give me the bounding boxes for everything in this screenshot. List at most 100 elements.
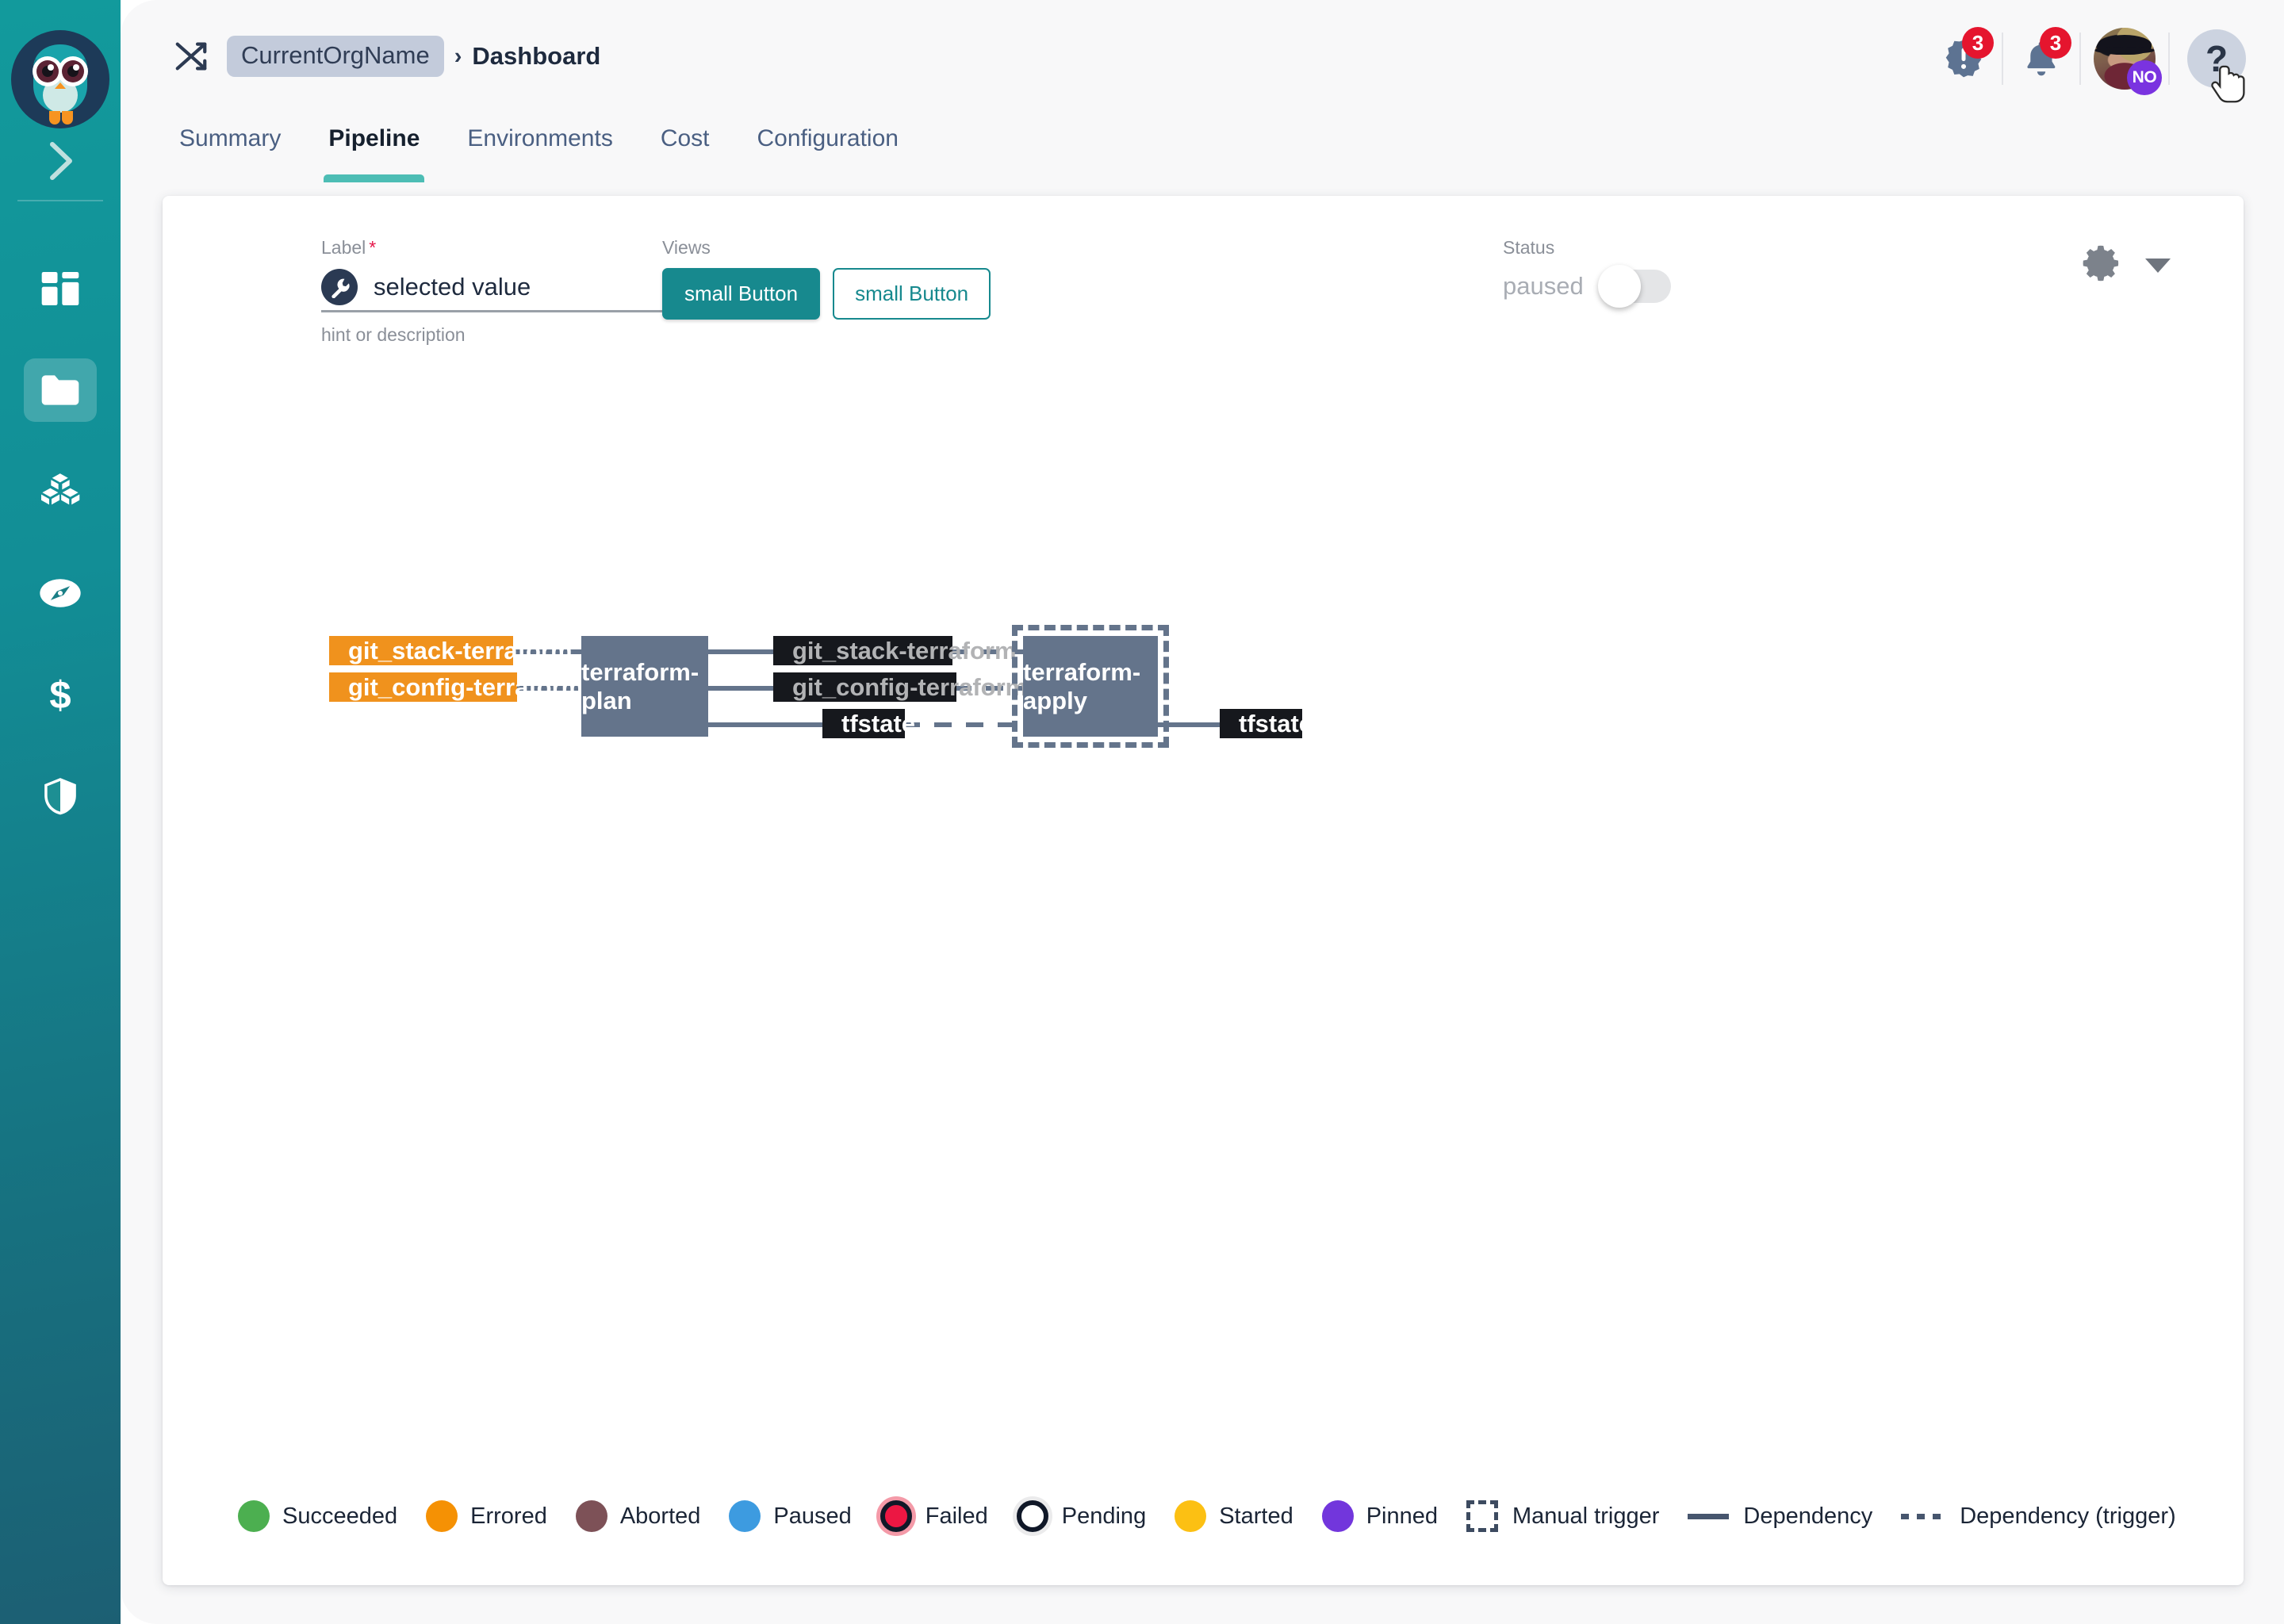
topbar-actions: 3 3 NO ? — [1926, 0, 2246, 117]
sidebar-item-dashboard[interactable] — [0, 238, 121, 339]
status-dot-paused — [729, 1500, 761, 1532]
pipeline-legend: Succeeded Errored Aborted Paused Failed … — [238, 1496, 2205, 1536]
chevron-down-icon — [2145, 259, 2171, 273]
divider — [2168, 33, 2170, 85]
view-button-secondary[interactable]: small Button — [833, 268, 991, 320]
folder-icon — [41, 375, 79, 405]
node-git-config-terraform-source[interactable]: git_config-terraform — [329, 672, 583, 702]
pipeline-graph: git_stack-terraform git_config-terraform… — [163, 196, 2244, 1585]
status-dot-pending — [1012, 1496, 1052, 1536]
status-dot-succeeded — [238, 1500, 270, 1532]
node-git-stack-terraform-source[interactable]: git_stack-terraform — [329, 636, 573, 665]
status-dot-pinned — [1321, 1500, 1354, 1532]
shield-icon — [44, 778, 76, 815]
alerts-count-badge: 3 — [1962, 27, 1994, 59]
breadcrumb: CurrentOrgName › Dashboard — [227, 36, 600, 77]
legend-item-dependency-trigger: Dependency (trigger) — [1901, 1503, 2176, 1530]
topbar: CurrentOrgName › Dashboard 3 3 NO ? — [121, 0, 2284, 117]
legend-item-succeeded: Succeeded — [238, 1500, 397, 1532]
node-tfstate-output[interactable]: tfstate — [822, 709, 915, 738]
select-hint: hint or description — [321, 324, 466, 345]
tab-cost[interactable]: Cost — [661, 117, 710, 152]
compass-icon — [40, 579, 81, 607]
status-ring-pending — [1016, 1500, 1048, 1532]
owl-logo[interactable] — [10, 29, 111, 130]
views-group: Views small Button small Button — [662, 237, 991, 320]
node-label: git_config-terraform — [792, 673, 1028, 701]
avatar-button[interactable]: NO — [2081, 21, 2168, 97]
legend-item-errored: Errored — [426, 1500, 547, 1532]
legend-item-pending: Pending — [1012, 1496, 1146, 1536]
tab-bar: Summary Pipeline Environments Cost Confi… — [121, 117, 2284, 197]
required-marker: * — [369, 237, 377, 258]
status-group: Status paused — [1503, 237, 1671, 308]
manual-trigger-icon — [1466, 1500, 1499, 1532]
node-label: terraform-plan — [581, 657, 699, 714]
sidebar: $ — [0, 0, 121, 1624]
edge-dependency — [1155, 722, 1223, 727]
cubes-icon — [40, 473, 80, 505]
node-label: git_stack-terraform — [792, 637, 1017, 665]
legend-item-aborted: Aborted — [575, 1500, 700, 1532]
dependency-line-icon — [1688, 1513, 1730, 1519]
shuffle-icon[interactable] — [173, 38, 209, 75]
node-git-stack-terraform-output[interactable]: git_stack-terraform — [773, 636, 1017, 665]
dependency-trigger-line-icon — [1901, 1513, 1946, 1519]
status-ring-failed — [879, 1500, 912, 1532]
node-git-config-terraform-output[interactable]: git_config-terraform — [773, 672, 1027, 702]
legend-item-pinned: Pinned — [1321, 1500, 1438, 1532]
select-value: selected value — [374, 272, 531, 301]
legend-item-manual-trigger: Manual trigger — [1466, 1500, 1659, 1532]
main-panel: CurrentOrgName › Dashboard 3 3 NO ? Summ… — [121, 0, 2284, 1624]
node-terraform-plan[interactable]: terraform-plan — [581, 636, 708, 737]
sidebar-item-projects[interactable] — [0, 339, 121, 441]
sidebar-item-cost[interactable]: $ — [0, 644, 121, 745]
status-dot-failed — [876, 1496, 916, 1536]
edge-dependency — [705, 722, 826, 727]
breadcrumb-org[interactable]: CurrentOrgName — [227, 36, 444, 77]
legend-item-started: Started — [1175, 1500, 1293, 1532]
status-toggle[interactable] — [1597, 265, 1671, 308]
wrench-icon — [321, 268, 358, 305]
view-button-primary[interactable]: small Button — [662, 268, 821, 320]
chevron-right-icon — [50, 142, 72, 180]
sidebar-divider — [17, 200, 103, 201]
legend-item-failed: Failed — [876, 1496, 988, 1536]
dashboard-grid-icon — [41, 272, 79, 305]
node-label: terraform-apply — [1023, 657, 1141, 714]
node-label: git_stack-terraform — [348, 637, 573, 665]
tab-environments[interactable]: Environments — [467, 117, 612, 152]
sidebar-item-security[interactable] — [0, 745, 121, 847]
status-dot-started — [1175, 1500, 1207, 1532]
tab-summary[interactable]: Summary — [179, 117, 281, 152]
sidebar-nav: $ — [0, 238, 121, 847]
edge-dependency — [705, 649, 776, 654]
app-root: $ CurrentOrgName › Dashboard 3 3 NO ? Su… — [0, 0, 2284, 1624]
node-label: tfstate — [841, 710, 916, 737]
node-terraform-apply[interactable]: terraform-apply — [1012, 625, 1169, 748]
tab-pipeline[interactable]: Pipeline — [324, 117, 425, 182]
sidebar-item-explore[interactable] — [0, 542, 121, 644]
status-label: Status — [1503, 237, 1555, 258]
status-dot-errored — [426, 1500, 458, 1532]
legend-item-dependency: Dependency — [1688, 1503, 1872, 1530]
node-label: git_config-terraform — [348, 673, 584, 701]
avatar-status-badge: NO — [2127, 60, 2162, 95]
sidebar-item-stacks[interactable] — [0, 441, 121, 542]
gear-icon — [2083, 245, 2119, 282]
node-label: tfstate — [1239, 710, 1313, 737]
sidebar-expand-button[interactable] — [0, 133, 121, 189]
avatar-hat — [2094, 35, 2156, 56]
tab-configuration[interactable]: Configuration — [757, 117, 899, 152]
breadcrumb-separator: › — [454, 43, 462, 69]
help-button[interactable]: ? — [2187, 29, 2246, 103]
notifications-button[interactable]: 3 — [2003, 21, 2079, 97]
edge-dependency — [705, 686, 776, 691]
legend-item-paused: Paused — [729, 1500, 852, 1532]
pipeline-card: Label * selected value hint or descriptio… — [163, 196, 2244, 1585]
help-icon: ? — [2205, 38, 2228, 79]
node-tfstate-final[interactable]: tfstate — [1220, 709, 1313, 738]
alerts-button[interactable]: 3 — [1926, 21, 2002, 97]
edge-dependency-trigger — [902, 722, 1029, 727]
settings-menu-button[interactable] — [2080, 242, 2171, 285]
